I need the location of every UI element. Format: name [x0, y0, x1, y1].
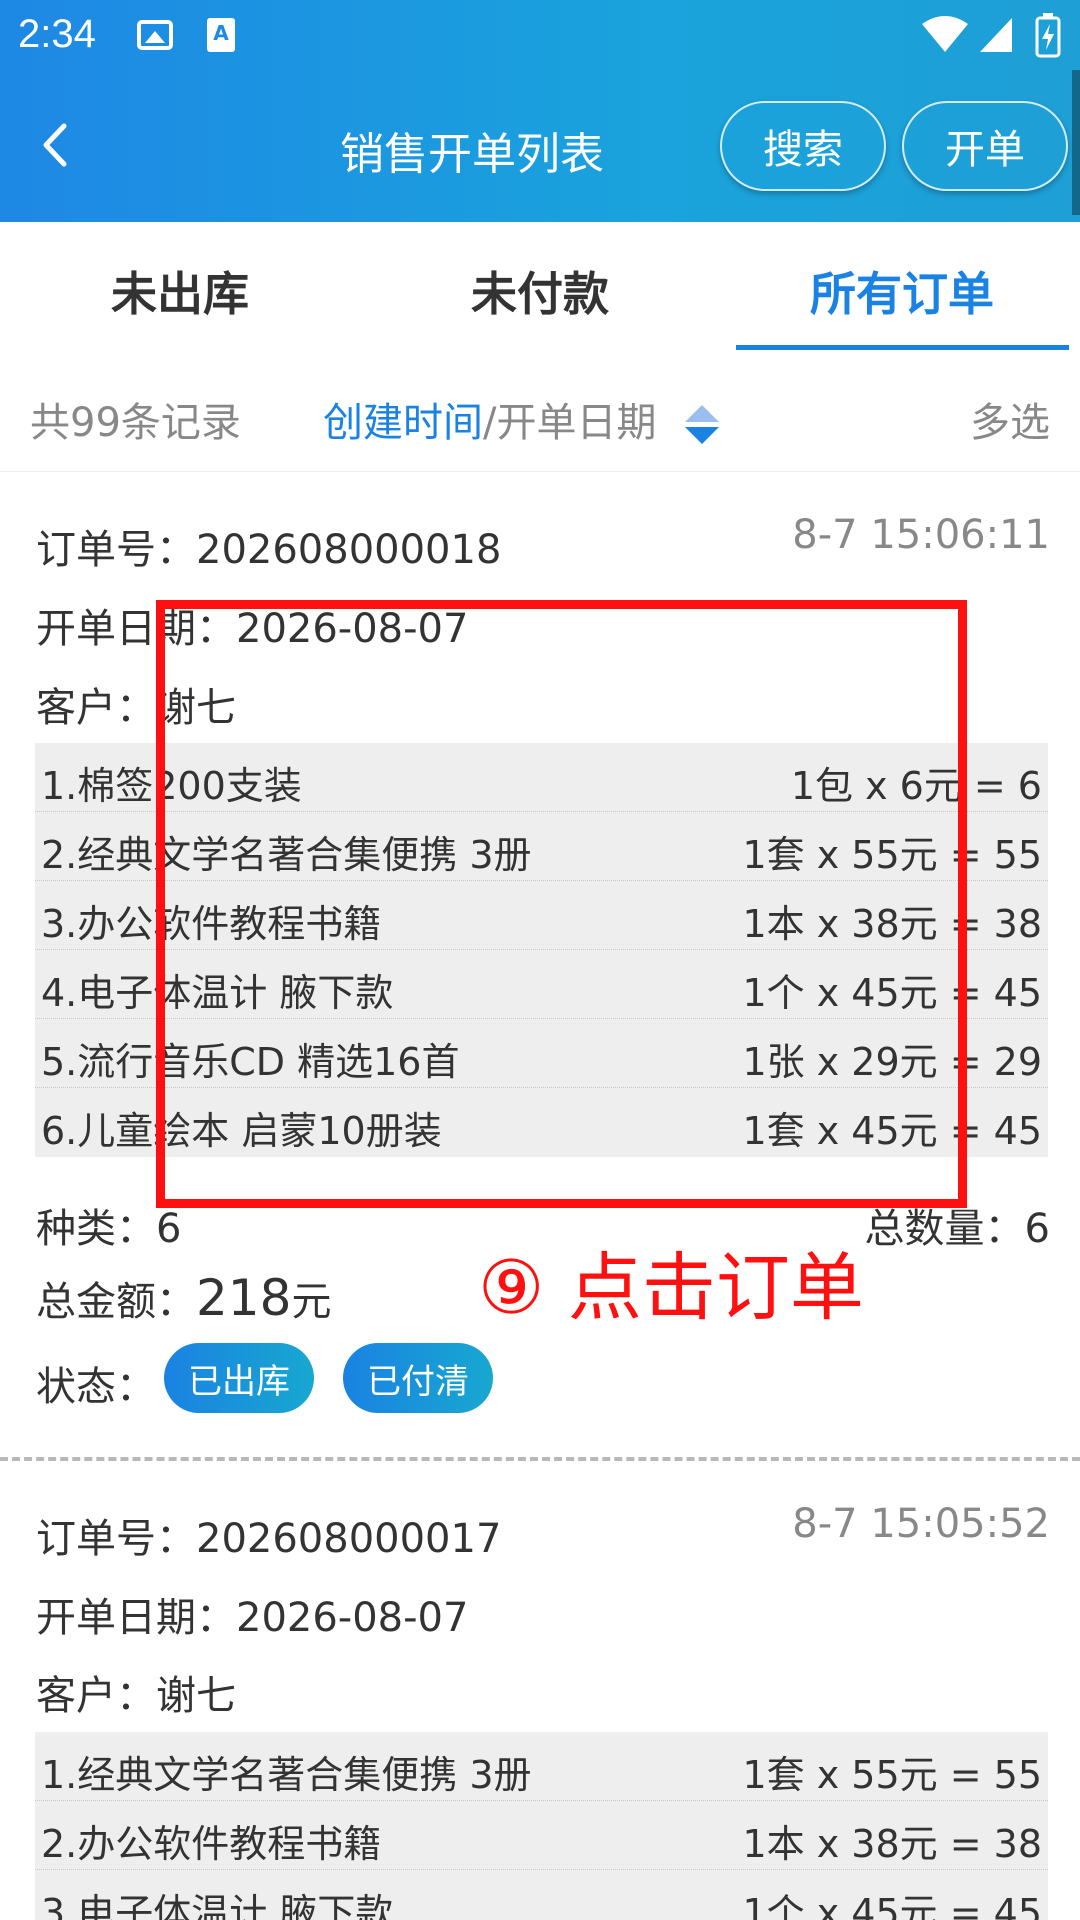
tab-not-shipped[interactable]: 未出库: [0, 258, 360, 324]
status-time: 2:34: [18, 12, 96, 56]
chevron-left-icon: [43, 123, 67, 167]
app-notification-icon: A: [207, 18, 235, 52]
order-customer: 客户：谢七: [36, 1673, 236, 1719]
back-button[interactable]: [30, 120, 80, 170]
highlight-box: [156, 600, 967, 1208]
status-bar: 2:34 A: [0, 0, 1080, 72]
item-name: 2.办公软件教程书籍: [41, 1822, 382, 1866]
item-price: 1本 x 38元 = 38: [742, 1822, 1042, 1866]
order-divider: [0, 1457, 1080, 1461]
gallery-notification-icon: [137, 20, 173, 50]
status-badge: 已出库: [164, 1343, 314, 1413]
step-annotation: ⑨ 点击订单: [478, 1245, 864, 1331]
order-date: 开单日期：2026-08-07: [36, 1595, 469, 1641]
page-title: 销售开单列表: [340, 129, 604, 180]
order-card[interactable]: 订单号：202608000017 8-7 15:05:52 开单日期：2026-…: [0, 1462, 1080, 1920]
create-order-button[interactable]: 开单: [902, 101, 1068, 191]
item-name: 1.经典文学名著合集便携 3册: [41, 1753, 532, 1797]
sort-toggle[interactable]: 创建时间/开单日期: [323, 390, 720, 448]
item-price: 1个 x 45元 = 45: [742, 1891, 1042, 1920]
battery-charging-icon: [1035, 13, 1061, 58]
wifi-icon: [922, 16, 968, 52]
tab-bar: 未出库 未付款 所有订单: [0, 222, 1080, 352]
order-number: 订单号：202608000017: [36, 1516, 502, 1562]
active-tab-indicator: [736, 345, 1069, 350]
status-badge: 已付清: [343, 1343, 493, 1413]
item-price: 1套 x 55元 = 55: [742, 1753, 1042, 1797]
sort-created-time[interactable]: 创建时间: [323, 400, 483, 446]
sort-order-date[interactable]: /开单日期: [483, 400, 656, 446]
item-name: 3.电子体温计 腋下款: [41, 1891, 394, 1920]
tab-all-orders[interactable]: 所有订单: [722, 258, 1080, 324]
search-button[interactable]: 搜索: [720, 101, 886, 191]
signal-icon: [980, 18, 1012, 52]
order-time: 8-7 15:05:52: [792, 1501, 1050, 1547]
list-item: 2.办公软件教程书籍 1本 x 38元 = 38: [35, 1801, 1048, 1870]
total-amount-label: 总金额：: [36, 1279, 196, 1325]
filter-bar: 共99条记录 创建时间/开单日期 多选: [0, 352, 1080, 472]
multi-select-button[interactable]: 多选: [970, 390, 1050, 448]
app-header: 2:34 A 销售开单列表 搜索 开单: [0, 0, 1080, 222]
scroll-indicator: [1072, 70, 1080, 215]
total-amount-unit: 元: [291, 1279, 332, 1325]
order-items-list: 1.经典文学名著合集便携 3册 1套 x 55元 = 55 2.办公软件教程书籍…: [35, 1732, 1048, 1920]
list-item: 1.经典文学名著合集便携 3册 1套 x 55元 = 55: [35, 1732, 1048, 1801]
sort-arrows-icon[interactable]: [685, 403, 720, 447]
list-item: 3.电子体温计 腋下款 1个 x 45元 = 45: [35, 1870, 1048, 1920]
tab-unpaid[interactable]: 未付款: [360, 258, 720, 324]
order-number: 订单号：202608000018: [36, 527, 502, 573]
status-badges: 已出库 已付清: [0, 1343, 1080, 1413]
record-count: 共99条记录: [30, 400, 241, 446]
total-amount-value: 218: [196, 1269, 292, 1327]
order-time: 8-7 15:06:11: [792, 512, 1050, 558]
total-amount: 总金额：218元: [36, 1269, 331, 1327]
